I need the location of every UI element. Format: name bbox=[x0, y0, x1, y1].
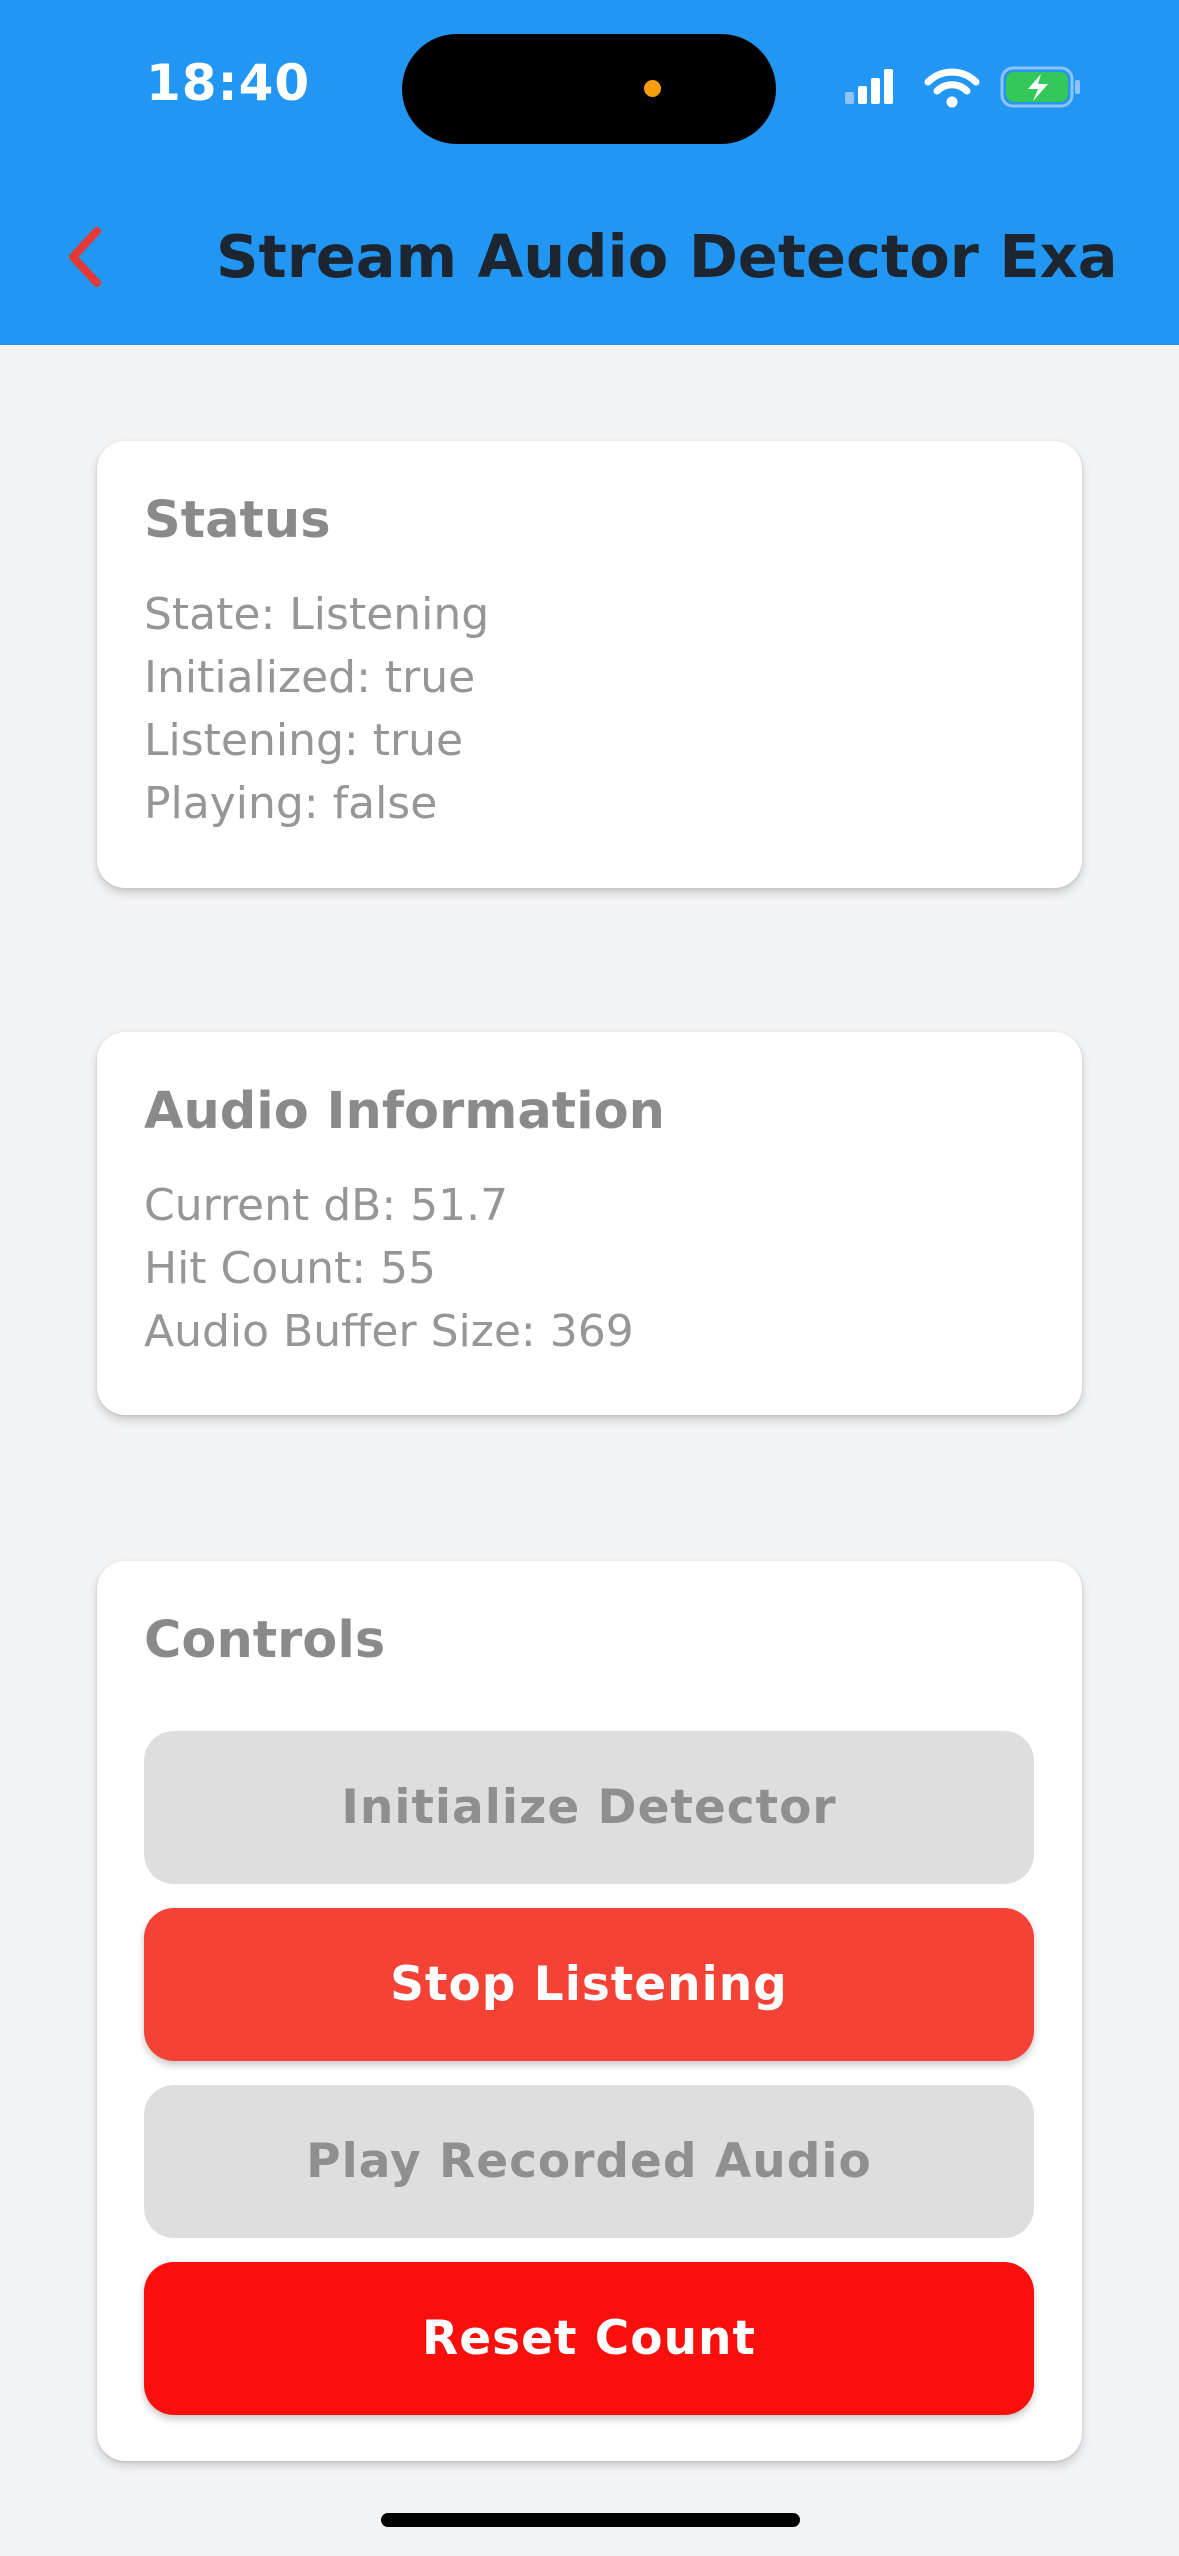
camera-indicator-dot bbox=[644, 80, 661, 97]
cellular-signal-icon bbox=[845, 69, 893, 104]
dynamic-island bbox=[402, 34, 776, 144]
status-icons-svg bbox=[845, 66, 1080, 108]
status-playing-text: Playing: false bbox=[144, 778, 438, 829]
battery-charging-icon bbox=[1000, 66, 1080, 108]
status-card: Status State: Listening Initialized: tru… bbox=[97, 441, 1082, 888]
app-bar: 18:40 Stream Audio Detector Exa bbox=[0, 0, 1179, 345]
controls-card-title: Controls bbox=[144, 1611, 386, 1670]
audio-buffer-size-text: Audio Buffer Size: 369 bbox=[144, 1306, 634, 1357]
controls-card: Controls Initialize Detector Stop Listen… bbox=[97, 1561, 1082, 2461]
reset-count-button[interactable]: Reset Count bbox=[144, 2262, 1034, 2415]
stop-listening-button[interactable]: Stop Listening bbox=[144, 1908, 1034, 2061]
status-listening-text: Listening: true bbox=[144, 715, 464, 766]
page-title: Stream Audio Detector Exam... bbox=[216, 222, 1116, 291]
status-card-title: Status bbox=[144, 491, 331, 550]
audio-information-card: Audio Information Current dB: 51.7 Hit C… bbox=[97, 1032, 1082, 1415]
status-bar-time: 18:40 bbox=[146, 54, 311, 112]
home-indicator[interactable] bbox=[381, 2513, 800, 2527]
status-bar-icons bbox=[845, 62, 1085, 112]
back-button[interactable] bbox=[50, 212, 120, 302]
chevron-left-icon bbox=[69, 227, 101, 287]
play-recorded-audio-button[interactable]: Play Recorded Audio bbox=[144, 2085, 1034, 2238]
status-state-text: State: Listening bbox=[144, 589, 490, 640]
current-db-text: Current dB: 51.7 bbox=[144, 1180, 509, 1231]
audio-card-title: Audio Information bbox=[144, 1082, 665, 1141]
hit-count-text: Hit Count: 55 bbox=[144, 1243, 437, 1294]
initialize-detector-button[interactable]: Initialize Detector bbox=[144, 1731, 1034, 1884]
wifi-icon bbox=[924, 68, 980, 108]
status-initialized-text: Initialized: true bbox=[144, 652, 476, 703]
